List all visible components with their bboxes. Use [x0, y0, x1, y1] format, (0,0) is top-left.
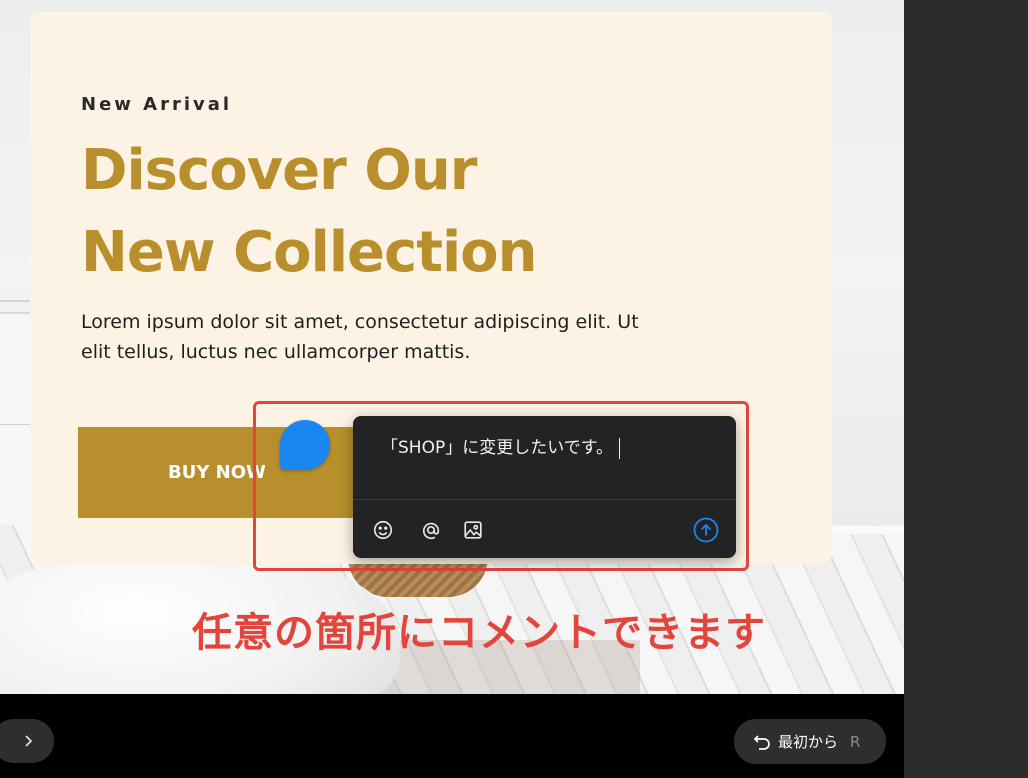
background-cabinet [0, 312, 33, 538]
hero-body-line2: elit tellus, luctus nec ullamcorper matt… [81, 341, 471, 363]
text-caret [619, 437, 620, 459]
restart-label: 最初から [778, 733, 839, 751]
hero-headline-line2: New Collection [81, 220, 538, 285]
comment-input-text: 「SHOP」に変更したいです。 [381, 438, 613, 458]
annotation-caption: 任意の箇所にコメントできます [192, 610, 766, 656]
hero-body-line1: Lorem ipsum dolor sit amet, consectetur … [81, 311, 639, 333]
mention-icon[interactable] [419, 518, 443, 542]
right-panel [904, 0, 1028, 778]
comment-box: 「SHOP」に変更したいです。 [353, 416, 736, 558]
restart-button[interactable]: 最初から R [734, 719, 886, 764]
restart-shortcut-key: R [850, 732, 861, 751]
image-icon[interactable] [461, 518, 485, 542]
comment-divider [353, 499, 736, 500]
send-arrow-icon[interactable] [693, 517, 719, 543]
slide-canvas: New Arrival Discover Our New Collection … [0, 0, 904, 694]
next-slide-button[interactable] [0, 719, 54, 763]
hero-body-text: Lorem ipsum dolor sit amet, consectetur … [81, 307, 761, 367]
undo-icon [753, 734, 770, 750]
chevron-right-icon [25, 735, 33, 747]
hero-headline: Discover Our New Collection [81, 130, 538, 294]
emoji-icon[interactable] [371, 518, 395, 542]
comment-input[interactable]: 「SHOP」に変更したいです。 [381, 433, 620, 459]
cabinet-door-line [0, 424, 30, 425]
hero-headline-line1: Discover Our [81, 138, 477, 203]
comment-pin-icon[interactable] [280, 420, 330, 470]
hero-eyebrow: New Arrival [81, 94, 233, 115]
